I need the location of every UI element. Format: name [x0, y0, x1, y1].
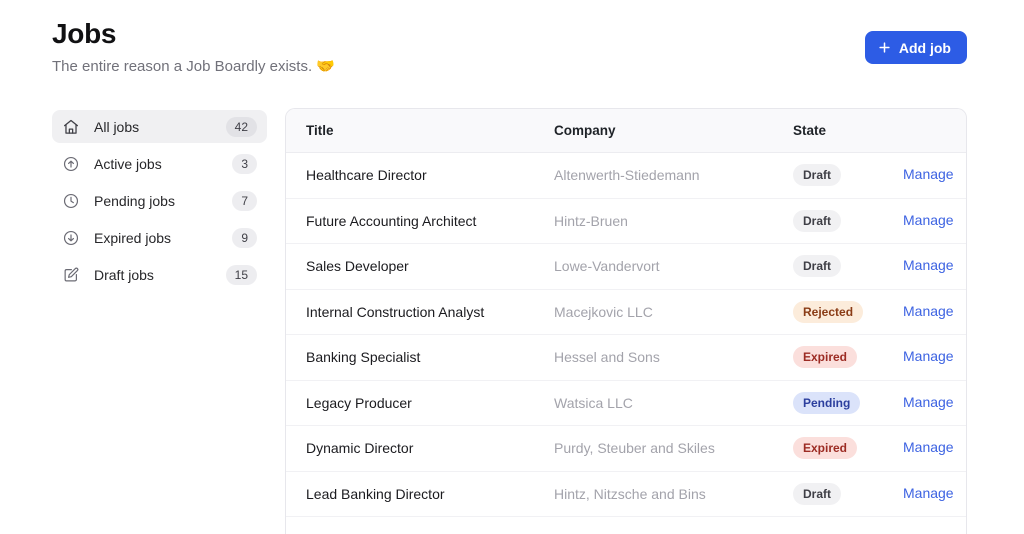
table-row: Internal Construction Analyst Macejkovic… — [286, 290, 966, 335]
table-body: Healthcare Director Altenwerth-Stiedeman… — [286, 153, 966, 534]
manage-link[interactable]: Manage — [903, 166, 954, 182]
state-badge: Draft — [793, 164, 842, 187]
job-state-cell: Expired — [793, 437, 903, 460]
add-job-label: Add job — [898, 39, 951, 56]
sidebar-item-label: Pending jobs — [94, 192, 175, 209]
sidebar-item-active-jobs[interactable]: Active jobs 3 — [52, 147, 267, 180]
state-badge: Draft — [793, 255, 842, 278]
state-badge: Expired — [793, 437, 858, 460]
home-icon — [62, 118, 80, 136]
state-badge: Draft — [793, 209, 842, 232]
sidebar-item-all-jobs[interactable]: All jobs 42 — [52, 110, 267, 143]
job-title: Banking Specialist — [306, 349, 421, 366]
table-header-row: Title Company State — [286, 109, 966, 153]
jobs-page: Jobs The entire reason a Job Boardly exi… — [0, 0, 1024, 534]
state-badge: Pending — [793, 391, 861, 414]
clock-icon — [62, 192, 80, 210]
job-title: Lead Banking Director — [306, 485, 445, 502]
table-row: Future Accounting Architect Hintz-Bruen … — [286, 199, 966, 244]
job-actions-cell: Manage — [903, 257, 954, 275]
table-row — [286, 517, 966, 534]
sidebar-item-count-badge: 15 — [225, 264, 257, 285]
sidebar: All jobs 42 Active jobs 3 Pending jobs 7… — [52, 110, 267, 295]
table-row: Legacy Producer Watsica LLC Pending Mana… — [286, 381, 966, 426]
pencil-square-icon — [62, 266, 80, 284]
page-subtitle-text: The entire reason a Job Boardly exists. — [52, 58, 313, 75]
job-title: Legacy Producer — [306, 394, 412, 411]
job-company: Hessel and Sons — [554, 349, 660, 366]
manage-link[interactable]: Manage — [903, 485, 954, 501]
job-title: Future Accounting Architect — [306, 212, 477, 229]
job-company: Watsica LLC — [554, 394, 633, 411]
sidebar-item-count-badge: 42 — [225, 116, 257, 137]
job-company: Lowe-Vandervort — [554, 258, 660, 275]
sidebar-item-count-badge: 7 — [232, 190, 257, 211]
page-title: Jobs — [52, 18, 117, 49]
jobs-table: Title Company State Healthcare Director … — [285, 108, 967, 534]
job-state-cell: Draft — [793, 209, 903, 232]
job-state-cell: Rejected — [793, 300, 903, 323]
sidebar-item-label: Active jobs — [94, 155, 162, 172]
sidebar-item-pending-jobs[interactable]: Pending jobs 7 — [52, 184, 267, 217]
job-title: Sales Developer — [306, 258, 409, 275]
column-header-company: Company — [554, 123, 616, 138]
table-row: Healthcare Director Altenwerth-Stiedeman… — [286, 153, 966, 199]
manage-link[interactable]: Manage — [903, 439, 954, 455]
table-row: Dynamic Director Purdy, Steuber and Skil… — [286, 426, 966, 472]
manage-link[interactable]: Manage — [903, 303, 954, 319]
state-badge: Draft — [793, 482, 842, 505]
sidebar-item-count-badge: 9 — [232, 227, 257, 248]
arrow-down-circle-icon — [62, 229, 80, 247]
arrow-up-circle-icon — [62, 155, 80, 173]
job-title: Healthcare Director — [306, 167, 427, 184]
job-company: Hintz, Nitzsche and Bins — [554, 485, 706, 502]
job-state-cell: Draft — [793, 255, 903, 278]
column-header-title: Title — [306, 123, 334, 138]
job-title: Internal Construction Analyst — [306, 303, 485, 320]
job-actions-cell: Manage — [903, 439, 954, 457]
sidebar-item-draft-jobs[interactable]: Draft jobs 15 — [52, 258, 267, 291]
manage-link[interactable]: Manage — [903, 394, 954, 410]
job-state-cell: Draft — [793, 482, 903, 505]
sidebar-item-label: Draft jobs — [94, 266, 154, 283]
job-actions-cell: Manage — [903, 485, 954, 503]
manage-link[interactable]: Manage — [903, 348, 954, 364]
page-header: Jobs The entire reason a Job Boardly exi… — [52, 18, 335, 75]
sidebar-item-count-badge: 3 — [232, 153, 257, 174]
column-header-state: State — [793, 123, 827, 138]
job-title: Dynamic Director — [306, 440, 414, 457]
sidebar-item-expired-jobs[interactable]: Expired jobs 9 — [52, 221, 267, 254]
job-actions-cell: Manage — [903, 166, 954, 184]
job-actions-cell: Manage — [903, 394, 954, 412]
table-row: Banking Specialist Hessel and Sons Expir… — [286, 335, 966, 381]
job-company: Purdy, Steuber and Skiles — [554, 440, 715, 457]
job-state-cell: Draft — [793, 164, 903, 187]
manage-link[interactable]: Manage — [903, 212, 954, 228]
add-job-button[interactable]: Add job — [864, 31, 967, 64]
state-badge: Rejected — [793, 300, 864, 323]
table-row: Sales Developer Lowe-Vandervort Draft Ma… — [286, 244, 966, 290]
handshake-emoji-icon: 🤝 — [316, 58, 335, 75]
table-row: Lead Banking Director Hintz, Nitzsche an… — [286, 472, 966, 517]
manage-link[interactable]: Manage — [903, 257, 954, 273]
page-subtitle: The entire reason a Job Boardly exists. … — [52, 57, 335, 75]
job-state-cell: Pending — [793, 391, 903, 414]
state-badge: Expired — [793, 346, 858, 369]
job-actions-cell: Manage — [903, 212, 954, 230]
plus-icon — [877, 40, 892, 55]
sidebar-item-label: All jobs — [94, 118, 140, 135]
job-company: Hintz-Bruen — [554, 212, 628, 229]
job-actions-cell: Manage — [903, 303, 954, 321]
job-company: Altenwerth-Stiedemann — [554, 167, 700, 184]
sidebar-item-label: Expired jobs — [94, 229, 172, 246]
job-company: Macejkovic LLC — [554, 303, 653, 320]
job-state-cell: Expired — [793, 346, 903, 369]
job-actions-cell: Manage — [903, 348, 954, 366]
